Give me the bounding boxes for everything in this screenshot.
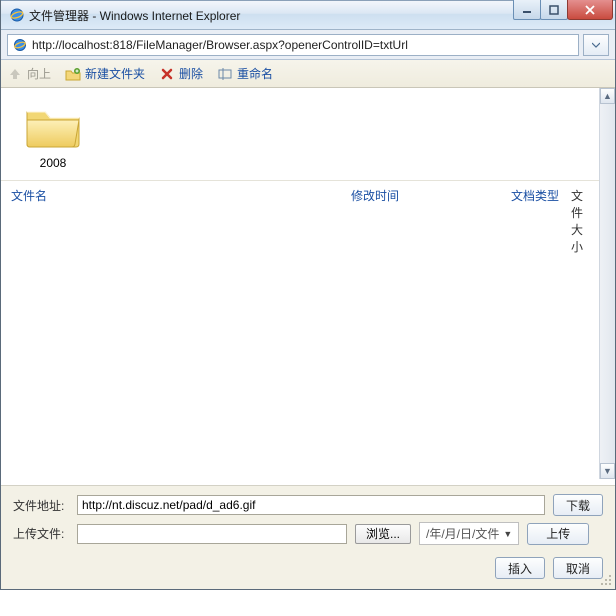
toolbar: 向上 新建文件夹 删除 重命名 <box>1 60 615 88</box>
folder-name: 2008 <box>13 156 93 170</box>
upload-file-label: 上传文件: <box>13 525 69 542</box>
col-filename[interactable]: 文件名 <box>11 187 351 255</box>
folder-pane: 2008 <box>1 88 599 180</box>
vertical-scrollbar[interactable]: ▲ ▼ <box>599 88 615 479</box>
file-list-body <box>1 259 599 479</box>
up-button[interactable]: 向上 <box>7 65 51 82</box>
ie-page-icon <box>12 37 28 53</box>
window-title: 文件管理器 - Windows Internet Explorer <box>29 7 240 24</box>
content-area: 2008 文件名 修改时间 文档类型 文件大小 <box>1 88 615 479</box>
col-size[interactable]: 文件大小 <box>571 187 589 255</box>
file-address-label: 文件地址: <box>13 497 69 514</box>
browse-button[interactable]: 浏览... <box>355 524 411 544</box>
bottom-panel: 文件地址: 下载 上传文件: 浏览... /年/月/日/文件 ▼ 上传 插入 取… <box>1 485 615 589</box>
folder-icon <box>21 98 85 152</box>
delete-icon <box>159 66 175 82</box>
chevron-down-icon: ▼ <box>503 529 512 539</box>
col-mtime[interactable]: 修改时间 <box>351 187 511 255</box>
delete-button[interactable]: 删除 <box>159 65 203 82</box>
minimize-button[interactable] <box>513 0 541 20</box>
address-input-box[interactable]: http://localhost:818/FileManager/Browser… <box>7 34 579 56</box>
folder-item[interactable]: 2008 <box>13 98 93 170</box>
up-arrow-icon <box>7 66 23 82</box>
new-folder-label: 新建文件夹 <box>85 65 145 82</box>
new-folder-icon <box>65 66 81 82</box>
ie-favicon <box>9 7 25 23</box>
up-label: 向上 <box>27 65 51 82</box>
rename-button[interactable]: 重命名 <box>217 65 273 82</box>
address-bar: http://localhost:818/FileManager/Browser… <box>1 30 615 60</box>
maximize-button[interactable] <box>540 0 568 20</box>
address-dropdown-button[interactable] <box>583 34 609 56</box>
insert-button[interactable]: 插入 <box>495 557 545 579</box>
download-button[interactable]: 下载 <box>553 494 603 516</box>
rename-icon <box>217 66 233 82</box>
address-url: http://localhost:818/FileManager/Browser… <box>32 38 408 52</box>
title-bar: 文件管理器 - Windows Internet Explorer <box>1 0 615 30</box>
close-button[interactable] <box>567 0 613 20</box>
delete-label: 删除 <box>179 65 203 82</box>
upload-button[interactable]: 上传 <box>527 523 589 545</box>
new-folder-button[interactable]: 新建文件夹 <box>65 65 145 82</box>
scroll-down-button[interactable]: ▼ <box>600 463 615 479</box>
path-pattern-text: /年/月/日/文件 <box>426 525 499 542</box>
upload-file-input[interactable] <box>77 524 347 544</box>
resize-grip-icon[interactable] <box>599 573 613 587</box>
path-pattern-select[interactable]: /年/月/日/文件 ▼ <box>419 522 519 545</box>
list-header: 文件名 修改时间 文档类型 文件大小 <box>1 180 599 259</box>
rename-label: 重命名 <box>237 65 273 82</box>
col-type[interactable]: 文档类型 <box>511 187 571 255</box>
cancel-button[interactable]: 取消 <box>553 557 603 579</box>
file-address-input[interactable] <box>77 495 545 515</box>
scroll-up-button[interactable]: ▲ <box>600 88 615 104</box>
window-frame: 文件管理器 - Windows Internet Explorer http:/… <box>0 0 616 590</box>
